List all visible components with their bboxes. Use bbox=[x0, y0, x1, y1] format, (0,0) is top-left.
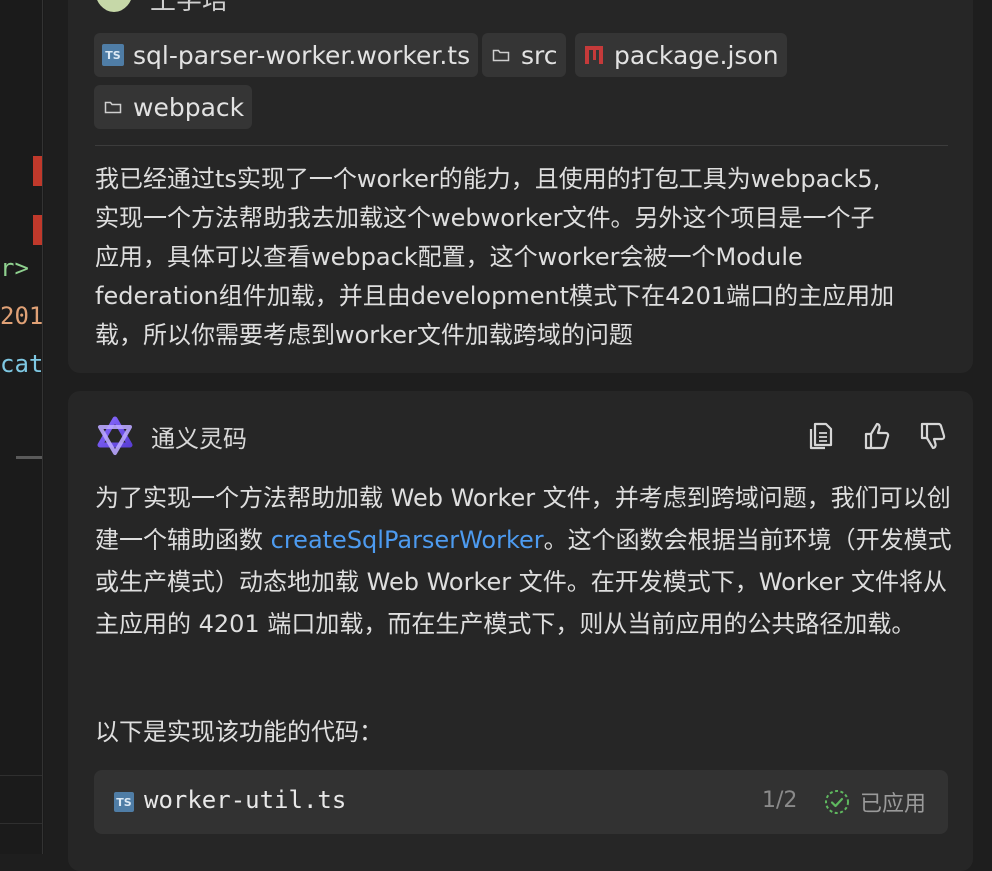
npm-icon bbox=[583, 44, 605, 66]
attachment-chip-src[interactable]: src bbox=[482, 33, 566, 77]
applied-label: 已应用 bbox=[860, 792, 927, 817]
attachments-divider bbox=[95, 145, 948, 146]
code-filename[interactable]: worker-util.ts bbox=[144, 786, 346, 814]
code-fragment: r> bbox=[0, 254, 29, 282]
editor-line bbox=[0, 775, 42, 776]
attachment-label: package.json bbox=[614, 40, 779, 70]
user-name: 王学培 bbox=[150, 0, 229, 16]
attachment-label: webpack bbox=[133, 92, 245, 122]
folder-icon bbox=[102, 96, 124, 118]
thumbs-up-icon[interactable] bbox=[862, 420, 892, 452]
attachment-label: sql-parser-worker.worker.ts bbox=[133, 40, 471, 70]
function-name-link[interactable]: createSqlParserWorker bbox=[271, 526, 544, 554]
code-fragment: 201 bbox=[0, 302, 44, 330]
code-version-pager[interactable]: 1/2 bbox=[762, 788, 797, 813]
check-circle-icon bbox=[825, 790, 849, 814]
thumbs-down-icon[interactable] bbox=[918, 420, 948, 452]
attachment-chip-worker-file[interactable]: TS sql-parser-worker.worker.ts bbox=[94, 33, 479, 77]
code-block-header: TS worker-util.ts 1/2 已应用 bbox=[94, 770, 948, 834]
copy-icon[interactable] bbox=[806, 420, 836, 452]
assistant-message-text: 为了实现一个方法帮助加载 Web Worker 文件，并考虑到跨域问题，我们可以… bbox=[95, 477, 955, 645]
assistant-name: 通义灵码 bbox=[151, 424, 247, 453]
diff-marker bbox=[33, 156, 42, 186]
editor-line bbox=[0, 823, 42, 824]
editor-gutter-line bbox=[42, 0, 43, 854]
editor-rule bbox=[16, 456, 42, 459]
editor-side-strip: r> 201 cat bbox=[0, 0, 44, 854]
attachment-chip-webpack[interactable]: webpack bbox=[94, 85, 253, 129]
typescript-file-icon: TS bbox=[114, 792, 134, 812]
message-line: 实现一个方法帮助我去加载这个webworker文件。另外这个项目是一个子 bbox=[95, 204, 875, 232]
diff-marker bbox=[33, 215, 42, 245]
folder-icon bbox=[490, 44, 512, 66]
message-line: federation组件加载，并且由development模式下在4201端口的… bbox=[95, 282, 895, 310]
attachment-label: src bbox=[521, 40, 558, 70]
typescript-file-icon: TS bbox=[102, 44, 124, 66]
tongyi-logo-icon bbox=[97, 416, 133, 455]
message-line: 应用，具体可以查看webpack配置，这个worker会被一个Module bbox=[95, 243, 803, 271]
code-fragment: cat bbox=[0, 350, 44, 378]
applied-status: 已应用 bbox=[824, 786, 926, 818]
code-intro-text: 以下是实现该功能的代码： bbox=[95, 718, 383, 746]
message-line: 我已经通过ts实现了一个worker的能力，且使用的打包工具为webpack5, bbox=[95, 165, 881, 193]
attachment-chip-package-json[interactable]: package.json bbox=[575, 33, 787, 77]
assistant-header: 通义灵码 bbox=[95, 414, 247, 458]
user-message-text: 我已经通过ts实现了一个worker的能力，且使用的打包工具为webpack5,… bbox=[95, 160, 955, 355]
message-line: 载，所以你需要考虑到worker文件加载跨域的问题 bbox=[95, 321, 633, 349]
